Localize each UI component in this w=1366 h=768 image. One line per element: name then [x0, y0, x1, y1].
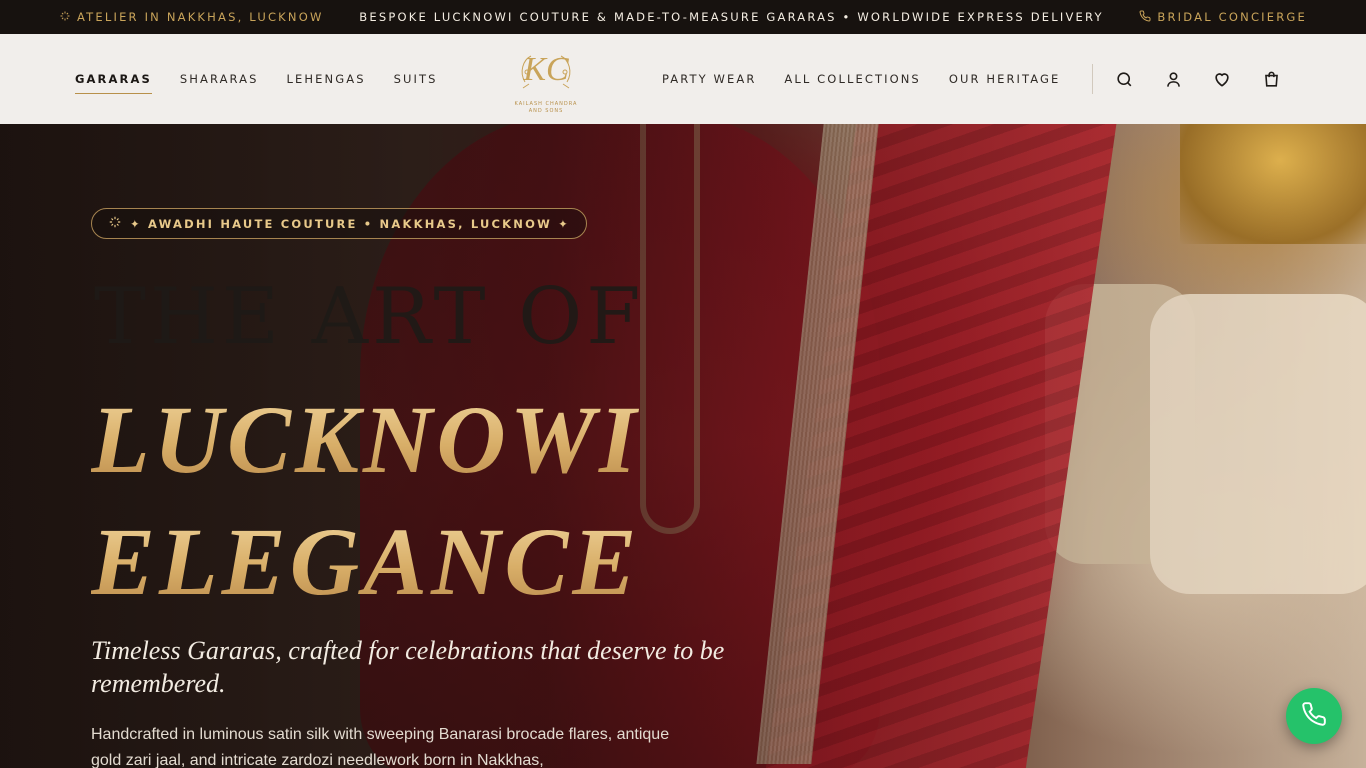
nav-party-wear[interactable]: PARTY WEAR	[662, 66, 756, 92]
search-icon[interactable]	[1112, 67, 1136, 91]
hero-title-line-3: ELEGANCE	[91, 508, 641, 615]
atelier-location: ATELIER IN NAKKHAS, LUCKNOW	[77, 10, 324, 24]
nav-all-collections[interactable]: ALL COLLECTIONS	[784, 66, 920, 92]
call-button[interactable]	[1286, 688, 1342, 744]
nav-our-heritage[interactable]: OUR HERITAGE	[949, 66, 1061, 92]
hero-badge-text: ✦ AWADHI HAUTE COUTURE • NAKKHAS, LUCKNO…	[130, 216, 571, 231]
site-header: GARARAS SHARARAS LEHENGAS SUITS KC KAILA…	[0, 34, 1366, 124]
announcement-left: ATELIER IN NAKKHAS, LUCKNOW	[59, 10, 324, 25]
announcement-message: BESPOKE LUCKNOWI COUTURE & MADE-TO-MEASU…	[359, 10, 1104, 24]
sparkle-icon	[108, 215, 122, 232]
bridal-concierge-label: BRIDAL CONCIERGE	[1157, 10, 1307, 24]
brand-logo[interactable]: KC KAILASH CHANDRA AND SONS	[505, 42, 587, 118]
user-icon[interactable]	[1161, 67, 1185, 91]
nav-suits[interactable]: SUITS	[394, 66, 438, 92]
primary-nav-left: GARARAS SHARARAS LEHENGAS SUITS	[75, 34, 438, 124]
header-actions	[1112, 34, 1283, 124]
hero-title-line-1: THE ART OF	[94, 272, 645, 362]
hero-badge: ✦ AWADHI HAUTE COUTURE • NAKKHAS, LUCKNO…	[91, 208, 588, 239]
phone-icon	[1301, 701, 1327, 732]
hero-description: Handcrafted in luminous satin silk with …	[91, 726, 670, 768]
hero-title-line-2: LUCKNOWI	[91, 386, 641, 493]
nav-lehengas[interactable]: LEHENGAS	[287, 66, 366, 92]
nav-shararas[interactable]: SHARARAS	[180, 66, 259, 92]
hero-tagline: Timeless Gararas, crafted for celebratio…	[91, 636, 725, 698]
heart-icon[interactable]	[1210, 67, 1234, 91]
bridal-concierge-link[interactable]: BRIDAL CONCIERGE	[1139, 9, 1307, 25]
hero-section: ✦ AWADHI HAUTE COUTURE • NAKKHAS, LUCKNO…	[0, 124, 1366, 768]
sparkle-icon	[59, 10, 71, 25]
logo-monogram: KC	[522, 51, 569, 88]
phone-icon	[1139, 9, 1151, 25]
logo-line-2: AND SONS	[529, 108, 564, 114]
bag-icon[interactable]	[1259, 67, 1283, 91]
announcement-bar: ATELIER IN NAKKHAS, LUCKNOW BESPOKE LUCK…	[0, 0, 1366, 34]
primary-nav-right: PARTY WEAR ALL COLLECTIONS OUR HERITAGE	[662, 34, 1060, 124]
nav-gararas[interactable]: GARARAS	[75, 66, 152, 94]
logo-line-1: KAILASH CHANDRA	[515, 101, 578, 107]
header-divider	[1092, 64, 1093, 94]
